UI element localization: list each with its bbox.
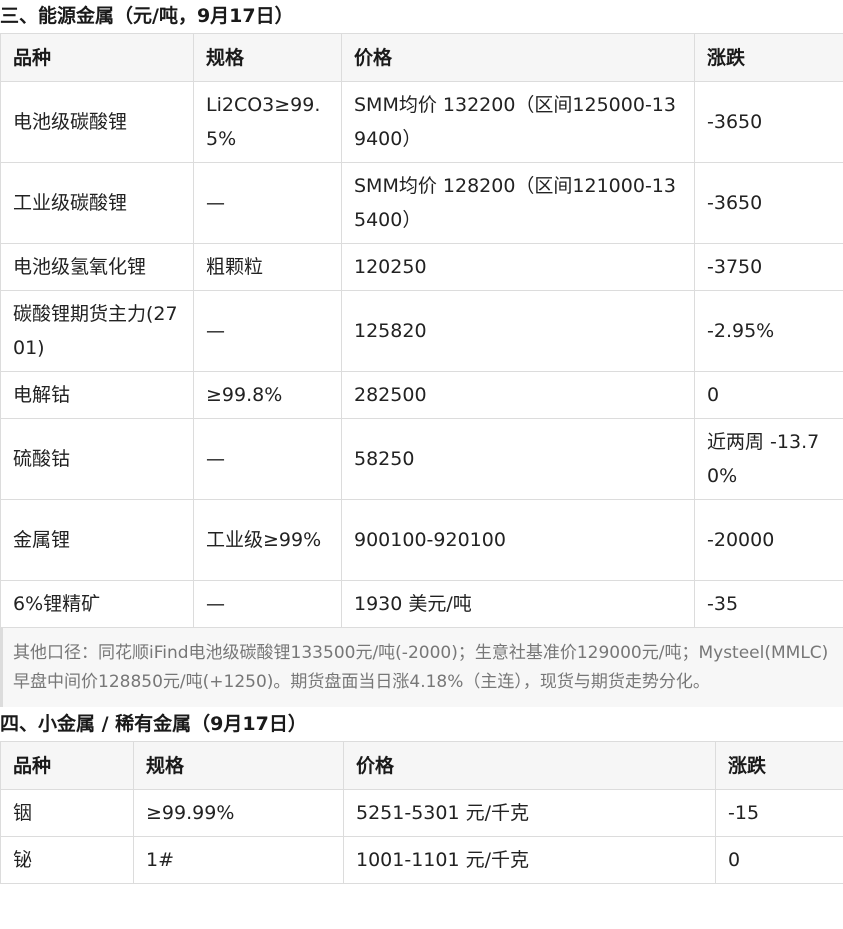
cell-price: 125820 bbox=[341, 290, 695, 372]
cell-variety: 金属锂 bbox=[0, 499, 194, 581]
cell-change: 0 bbox=[694, 371, 843, 419]
table-row: 6%锂精矿 — 1930 美元/吨 -35 bbox=[0, 580, 843, 628]
table-row: 电池级氢氧化锂 粗颗粒 120250 -3750 bbox=[0, 243, 843, 291]
cell-price: 1001-1101 元/千克 bbox=[343, 836, 716, 884]
cell-price: 1930 美元/吨 bbox=[341, 580, 695, 628]
cell-price: 58250 bbox=[341, 418, 695, 500]
cell-spec: 工业级≥99% bbox=[193, 499, 342, 581]
cell-price: SMM均价 128200（区间121000-135400） bbox=[341, 162, 695, 244]
cell-spec: — bbox=[193, 580, 342, 628]
cell-variety: 铟 bbox=[0, 789, 134, 837]
cell-spec: — bbox=[193, 162, 342, 244]
cell-price: SMM均价 132200（区间125000-139400） bbox=[341, 81, 695, 163]
cell-change: -20000 bbox=[694, 499, 843, 581]
cell-variety: 工业级碳酸锂 bbox=[0, 162, 194, 244]
cell-change: 0 bbox=[715, 836, 843, 884]
table-row: 金属锂 工业级≥99% 900100-920100 -20000 bbox=[0, 499, 843, 581]
cell-spec: ≥99.99% bbox=[133, 789, 344, 837]
header-price: 价格 bbox=[343, 741, 716, 790]
cell-price: 5251-5301 元/千克 bbox=[343, 789, 716, 837]
table-row: 电池级碳酸锂 Li2CO3≥99.5% SMM均价 132200（区间12500… bbox=[0, 81, 843, 163]
cell-change: -3650 bbox=[694, 81, 843, 163]
cell-variety: 电池级氢氧化锂 bbox=[0, 243, 194, 291]
cell-variety: 电解钴 bbox=[0, 371, 194, 419]
cell-change: -3650 bbox=[694, 162, 843, 244]
table-header-row: 品种 规格 价格 涨跌 bbox=[0, 33, 843, 82]
header-change: 涨跌 bbox=[715, 741, 843, 790]
header-spec: 规格 bbox=[133, 741, 344, 790]
cell-spec: 1# bbox=[133, 836, 344, 884]
table-row: 电解钴 ≥99.8% 282500 0 bbox=[0, 371, 843, 419]
other-sources-note: 其他口径：同花顺iFind电池级碳酸锂133500元/吨(-2000)；生意社基… bbox=[0, 628, 843, 707]
section3-title: 三、能源金属（元/吨，9月17日） bbox=[0, 5, 294, 27]
cell-spec: Li2CO3≥99.5% bbox=[193, 81, 342, 163]
header-spec: 规格 bbox=[193, 33, 342, 82]
cell-spec: 粗颗粒 bbox=[193, 243, 342, 291]
header-variety: 品种 bbox=[0, 33, 194, 82]
table-row: 铋 1# 1001-1101 元/千克 0 bbox=[0, 836, 843, 884]
cell-spec: ≥99.8% bbox=[193, 371, 342, 419]
table-row: 工业级碳酸锂 — SMM均价 128200（区间121000-135400） -… bbox=[0, 162, 843, 244]
cell-variety: 碳酸锂期货主力(2701) bbox=[0, 290, 194, 372]
minor-metals-table: 品种 规格 价格 涨跌 铟 ≥99.99% 5251-5301 元/千克 -15… bbox=[0, 741, 843, 884]
cell-change: -3750 bbox=[694, 243, 843, 291]
cell-change: 近两周 -13.70% bbox=[694, 418, 843, 500]
energy-metals-table: 品种 规格 价格 涨跌 电池级碳酸锂 Li2CO3≥99.5% SMM均价 13… bbox=[0, 33, 843, 628]
cell-variety: 电池级碳酸锂 bbox=[0, 81, 194, 163]
cell-variety: 硫酸钴 bbox=[0, 418, 194, 500]
section4-title: 四、小金属 / 稀有金属（9月17日） bbox=[0, 713, 307, 735]
header-variety: 品种 bbox=[0, 741, 134, 790]
table-row: 铟 ≥99.99% 5251-5301 元/千克 -15 bbox=[0, 789, 843, 837]
cell-price: 120250 bbox=[341, 243, 695, 291]
cell-price: 282500 bbox=[341, 371, 695, 419]
header-change: 涨跌 bbox=[694, 33, 843, 82]
cell-change: -2.95% bbox=[694, 290, 843, 372]
cell-price: 900100-920100 bbox=[341, 499, 695, 581]
cell-spec: — bbox=[193, 290, 342, 372]
table-row: 碳酸锂期货主力(2701) — 125820 -2.95% bbox=[0, 290, 843, 372]
cell-change: -35 bbox=[694, 580, 843, 628]
header-price: 价格 bbox=[341, 33, 695, 82]
cell-spec: — bbox=[193, 418, 342, 500]
cell-variety: 6%锂精矿 bbox=[0, 580, 194, 628]
cell-variety: 铋 bbox=[0, 836, 134, 884]
table-header-row: 品种 规格 价格 涨跌 bbox=[0, 741, 843, 790]
table-row: 硫酸钴 — 58250 近两周 -13.70% bbox=[0, 418, 843, 500]
cell-change: -15 bbox=[715, 789, 843, 837]
